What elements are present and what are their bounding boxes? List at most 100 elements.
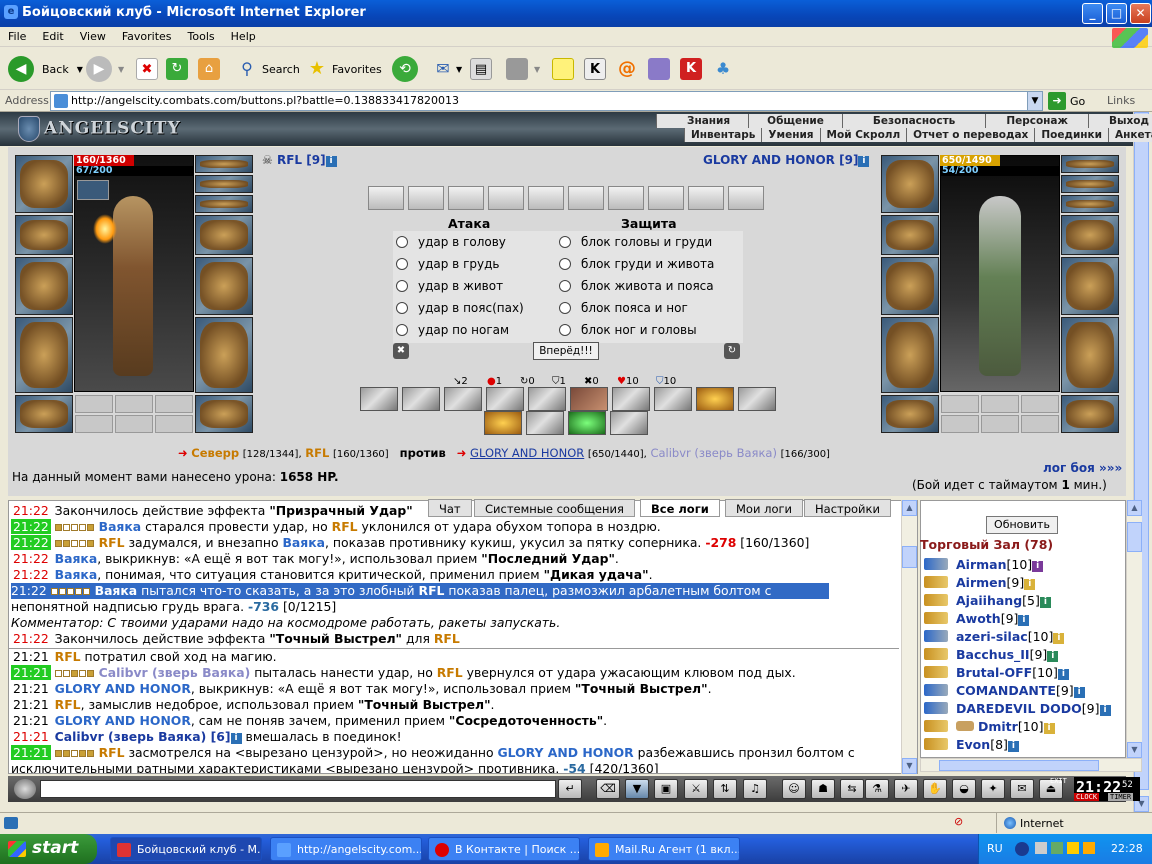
technique-icon[interactable]: [486, 387, 524, 411]
right-fighter-name[interactable]: GLORY AND HONOR [9] i: [703, 153, 870, 167]
user-item[interactable]: COMANDANTE[9] i: [924, 683, 1085, 698]
scroll-slot[interactable]: [648, 186, 684, 210]
online-hscrollbar[interactable]: [920, 758, 1142, 772]
address-dropdown[interactable]: ▼: [1027, 91, 1043, 111]
gift-icon[interactable]: ✦: [981, 779, 1005, 799]
clear-icon[interactable]: ⌫: [596, 779, 620, 799]
tray-icon[interactable]: [1067, 842, 1079, 854]
defense-chest-stomach[interactable]: блок груди и живота: [559, 257, 714, 271]
k-button[interactable]: K: [584, 54, 606, 84]
user-item[interactable]: DAREDEVIL DODO[9] i: [924, 701, 1111, 716]
smiley-icon[interactable]: ☺: [782, 779, 806, 799]
user-item[interactable]: Evon[8] i: [924, 737, 1019, 752]
enemy-earrings-slot[interactable]: [1061, 175, 1119, 193]
tab-settings[interactable]: Настройки: [804, 499, 891, 517]
home-button[interactable]: ⌂: [198, 54, 220, 84]
links-button[interactable]: Links: [1107, 94, 1135, 107]
chat-input[interactable]: [40, 780, 556, 798]
menu-help[interactable]: Help: [223, 27, 264, 43]
nav-transfers[interactable]: Отчет о переводах: [906, 128, 1034, 142]
technique-icon[interactable]: [484, 411, 522, 435]
defense-stomach-belt[interactable]: блок живота и пояса: [559, 279, 714, 293]
technique-icon[interactable]: [570, 387, 608, 411]
sort-icon[interactable]: ⇅: [713, 779, 737, 799]
radio[interactable]: [396, 324, 408, 336]
search-button[interactable]: ⚲ Search: [236, 54, 300, 84]
shield-slot[interactable]: [195, 257, 253, 315]
fighter-link[interactable]: GLORY AND HONOR: [470, 446, 584, 460]
radio[interactable]: [559, 302, 571, 314]
tray-icon[interactable]: [1083, 842, 1095, 854]
favorites-button[interactable]: ★ Favorites: [306, 54, 382, 84]
tab-my-logs[interactable]: Мои логи: [725, 499, 803, 517]
potion-icon[interactable]: ⚗: [865, 779, 889, 799]
enemy-boots-slot[interactable]: [1061, 395, 1119, 433]
enemy-legs-slot[interactable]: [1061, 317, 1119, 393]
nav-character[interactable]: Персонаж: [985, 114, 1088, 128]
nav-inventory[interactable]: Инвентарь: [684, 128, 761, 142]
helmet-icon[interactable]: ☗: [811, 779, 835, 799]
scroll-slot[interactable]: [528, 186, 564, 210]
user-item[interactable]: Airman[10] i: [924, 557, 1044, 572]
enemy-helmet-slot[interactable]: [881, 155, 939, 213]
technique-icon[interactable]: [360, 387, 398, 411]
refresh-battle-icon[interactable]: ↻: [724, 343, 740, 359]
helmet-slot[interactable]: [15, 155, 73, 213]
bracer-slot[interactable]: [15, 215, 73, 255]
chat-scrollbar[interactable]: ▲ ▼: [901, 500, 917, 774]
scroll-slot[interactable]: [608, 186, 644, 210]
scroll-slot[interactable]: [568, 186, 604, 210]
scroll-slot[interactable]: [408, 186, 444, 210]
k-red-button[interactable]: K: [680, 54, 702, 84]
trade-icon[interactable]: ⇆: [840, 779, 864, 799]
enemy-necklace-slot[interactable]: [1061, 155, 1119, 173]
map-icon[interactable]: ✈: [894, 779, 918, 799]
forward-button[interactable]: Вперёд!!!: [533, 342, 599, 360]
technique-icon[interactable]: [444, 387, 482, 411]
scroll-slot[interactable]: [368, 186, 404, 210]
defense-legs-head[interactable]: блок ног и головы: [559, 323, 697, 337]
menu-favorites[interactable]: Favorites: [114, 27, 180, 43]
attack-chest[interactable]: удар в грудь: [396, 257, 499, 271]
belt-slot[interactable]: [15, 395, 73, 433]
print-button[interactable]: ▤: [470, 54, 492, 84]
start-button[interactable]: start: [0, 834, 97, 864]
notes-button[interactable]: [552, 54, 574, 84]
user-item[interactable]: Awoth[9] i: [924, 611, 1030, 626]
technique-icon[interactable]: [654, 387, 692, 411]
fighter-link[interactable]: Calibvr (зверь Ваяка): [650, 446, 776, 460]
menu-edit[interactable]: Edit: [34, 27, 71, 43]
bag-icon[interactable]: ◒: [952, 779, 976, 799]
legs-slot[interactable]: [195, 317, 253, 393]
minimize-button[interactable]: _: [1082, 3, 1103, 24]
scroll-slot[interactable]: [448, 186, 484, 210]
radio[interactable]: [396, 258, 408, 270]
enemy-armor-slot[interactable]: [881, 317, 939, 393]
tray-icon[interactable]: [1051, 842, 1063, 854]
nav-skills[interactable]: Умения: [761, 128, 819, 142]
nav-my-scroll[interactable]: Мой Скролл: [819, 128, 907, 142]
technique-icon[interactable]: [696, 387, 734, 411]
address-input[interactable]: http://angelscity.combats.com/buttons.pl…: [50, 91, 1043, 111]
nav-fights[interactable]: Поединки: [1034, 128, 1108, 142]
user-item[interactable]: Dmitr[10] i: [924, 719, 1055, 734]
stop-button[interactable]: ✖: [136, 54, 158, 84]
back-button[interactable]: ◀ Back ▼: [8, 54, 83, 84]
tray-icon[interactable]: [1035, 842, 1047, 854]
radio[interactable]: [396, 236, 408, 248]
nav-exit[interactable]: Выход: [1087, 114, 1152, 128]
fighter-link[interactable]: RFL: [305, 446, 329, 460]
tool-button[interactable]: [648, 54, 670, 84]
gloves-slot[interactable]: [195, 215, 253, 255]
edit-button[interactable]: ▼: [506, 54, 540, 84]
radio[interactable]: [396, 280, 408, 292]
radio[interactable]: [559, 324, 571, 336]
at-button[interactable]: @: [616, 54, 638, 84]
menu-file[interactable]: File: [0, 27, 34, 43]
attack-groin[interactable]: удар в пояс(пах): [396, 301, 524, 315]
left-fighter-name[interactable]: ☠ RFL [9] i: [262, 153, 337, 167]
chat-options-icon[interactable]: [14, 779, 36, 799]
scroll-slot[interactable]: [488, 186, 524, 210]
defense-head-chest[interactable]: блок головы и груди: [559, 235, 712, 249]
taskbar-item[interactable]: http://angelscity.com...: [270, 837, 422, 861]
